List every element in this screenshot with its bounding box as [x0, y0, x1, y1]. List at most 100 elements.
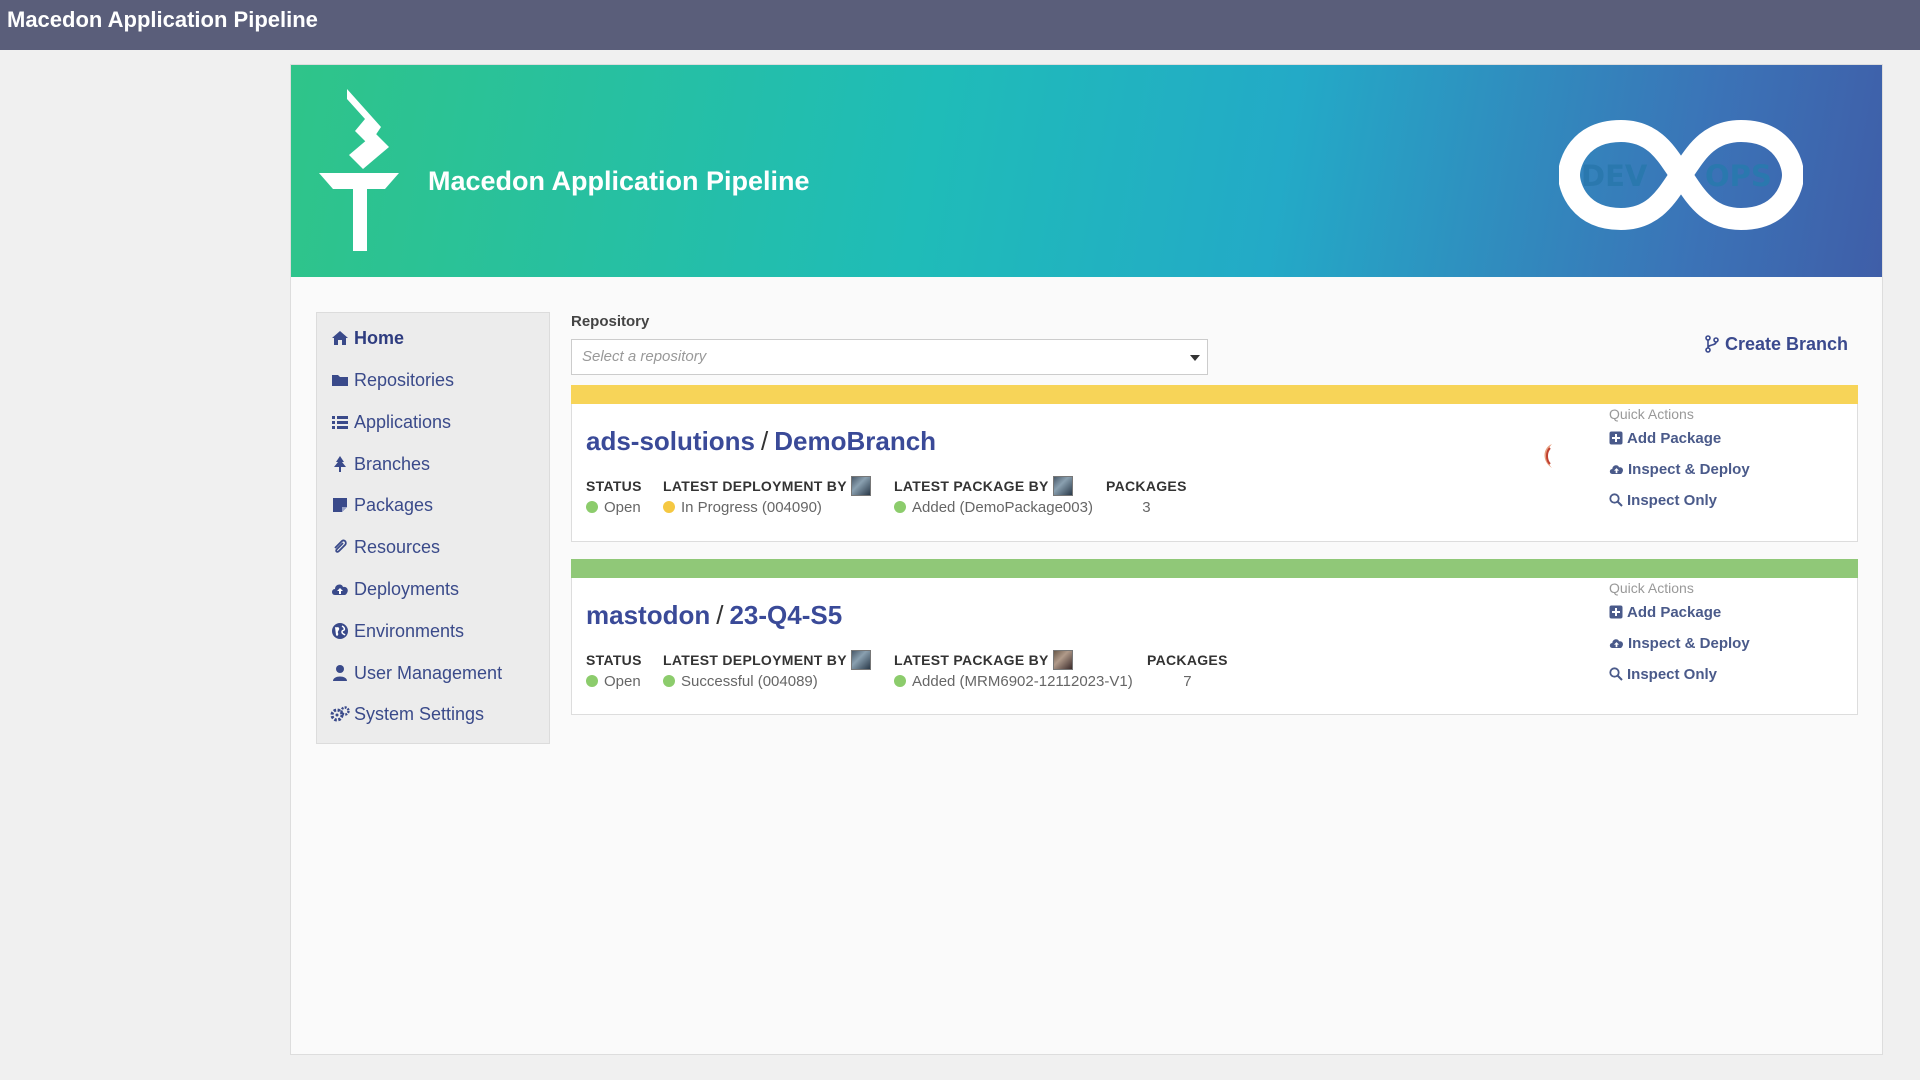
latest-deployment-heading: LATEST DEPLOYMENT BY	[663, 652, 847, 668]
plus-square-icon	[1609, 605, 1623, 619]
add-package-label: Add Package	[1627, 603, 1722, 621]
repo-name-link[interactable]: ads-solutions	[586, 426, 755, 456]
search-icon	[1609, 493, 1623, 507]
sidebar-item-label: Resources	[354, 536, 441, 557]
branch-icon	[1705, 335, 1719, 353]
loading-spinner-icon	[1544, 444, 1552, 468]
cloud-icon	[330, 579, 350, 599]
sidebar-item-label: System Settings	[354, 703, 485, 724]
branch-name-link[interactable]: DemoBranch	[774, 426, 936, 456]
branch-name-link[interactable]: 23-Q4-S5	[729, 600, 842, 630]
tree-icon	[330, 454, 350, 474]
cloud-upload-icon	[1609, 465, 1623, 474]
sidebar-item-resources[interactable]: Resources	[330, 532, 540, 562]
search-icon	[1609, 667, 1623, 681]
sidebar-item-environments[interactable]: Environments	[330, 616, 540, 646]
cloud-upload-icon	[1609, 639, 1623, 648]
packages-heading: PACKAGES	[1106, 478, 1187, 494]
sidebar-item-deployments[interactable]: Deployments	[330, 574, 540, 604]
status-field: STATUS Open	[586, 650, 642, 692]
avatar	[1052, 476, 1073, 496]
status-heading: STATUS	[586, 478, 642, 494]
inspect-only-button[interactable]: Inspect Only	[1609, 663, 1717, 685]
deployment-value[interactable]: Successful (004089)	[681, 673, 818, 690]
branch-card-mastodon: mastodon/23-Q4-S5 STATUS Open LATEST DEP…	[571, 559, 1858, 715]
package-value[interactable]: Added (DemoPackage003)	[912, 499, 1093, 516]
plus-square-icon	[1609, 431, 1623, 445]
sidebar-item-label: User Management	[354, 662, 503, 683]
sidebar-item-label: Repositories	[354, 369, 455, 390]
packages-field: PACKAGES 7	[1147, 650, 1228, 692]
branch-title[interactable]: mastodon/23-Q4-S5	[586, 600, 842, 631]
title-separator: /	[761, 426, 769, 456]
latest-deployment-heading: LATEST DEPLOYMENT BY	[663, 478, 847, 494]
packages-count: 7	[1183, 672, 1192, 690]
sidebar-item-branches[interactable]: Branches	[330, 449, 540, 479]
inspect-deploy-button[interactable]: Inspect & Deploy	[1609, 632, 1750, 654]
branch-title[interactable]: ads-solutions / DemoBranch	[586, 426, 936, 457]
latest-package-heading: LATEST PACKAGE BY	[894, 478, 1049, 494]
inspect-deploy-button[interactable]: Inspect & Deploy	[1609, 458, 1750, 480]
devops-logo-ops: OPS	[1705, 159, 1772, 193]
sidebar-item-label: Home	[354, 327, 405, 348]
avatar	[850, 476, 871, 496]
sidebar-item-user-management[interactable]: User Management	[330, 658, 540, 688]
inspect-only-label: Inspect Only	[1627, 665, 1718, 683]
sidebar-nav: Home Repositories Applications Branches …	[316, 312, 550, 744]
sidebar-item-system-settings[interactable]: System Settings	[330, 699, 540, 729]
sidebar-item-repositories[interactable]: Repositories	[330, 365, 540, 395]
sidebar-item-home[interactable]: Home	[330, 323, 540, 353]
latest-deployment-field: LATEST DEPLOYMENT BY In Progress (004090…	[663, 476, 871, 518]
status-value: Open	[604, 498, 641, 516]
package-dot-icon	[894, 501, 906, 513]
latest-package-heading: LATEST PACKAGE BY	[894, 652, 1049, 668]
package-dot-icon	[894, 675, 906, 687]
user-icon	[330, 663, 350, 683]
status-heading: STATUS	[586, 652, 642, 668]
latest-package-field: LATEST PACKAGE BY Added (MRM6902-1211202…	[894, 650, 1133, 692]
macedon-logo-icon	[319, 89, 399, 251]
repo-name-link[interactable]: mastodon	[586, 600, 710, 630]
branch-status-bar	[571, 385, 1858, 404]
devops-logo-dev: DEV	[1581, 159, 1648, 193]
deployment-dot-icon	[663, 675, 675, 687]
sidebar-item-label: Applications	[354, 411, 452, 432]
branch-status-bar	[571, 559, 1858, 578]
inspect-deploy-label: Inspect & Deploy	[1628, 460, 1750, 478]
latest-deployment-field: LATEST DEPLOYMENT BY Successful (004089)	[663, 650, 871, 692]
title-separator: /	[716, 600, 724, 630]
sidebar-item-applications[interactable]: Applications	[330, 407, 540, 437]
latest-package-field: LATEST PACKAGE BY Added (DemoPackage003)	[894, 476, 1093, 518]
create-branch-button[interactable]: Create Branch	[1705, 331, 1848, 357]
avatar	[1052, 650, 1073, 670]
inspect-only-button[interactable]: Inspect Only	[1609, 489, 1717, 511]
packages-field: PACKAGES 3	[1106, 476, 1187, 518]
devops-logo-icon: DEV OPS	[1559, 119, 1803, 231]
app-frame: Macedon Application Pipeline DEV OPS Hom…	[290, 64, 1883, 1055]
package-value[interactable]: Added (MRM6902-12112023-V1)	[912, 673, 1133, 690]
sidebar-item-label: Packages	[354, 494, 434, 515]
sidebar-item-packages[interactable]: Packages	[330, 490, 540, 520]
paperclip-icon	[330, 537, 350, 557]
deployment-dot-icon	[663, 501, 675, 513]
branch-card-ads-solutions: ads-solutions / DemoBranch STATUS Open LAT…	[571, 385, 1858, 542]
status-field: STATUS Open	[586, 476, 642, 518]
add-package-button[interactable]: Add Package	[1609, 601, 1721, 623]
add-package-label: Add Package	[1627, 429, 1722, 447]
banner-title: Macedon Application Pipeline	[428, 166, 810, 196]
inspect-deploy-label: Inspect & Deploy	[1628, 634, 1750, 652]
repository-select[interactable]: Select a repository	[571, 339, 1208, 375]
deployment-value[interactable]: In Progress (004090)	[681, 499, 822, 516]
packages-count: 3	[1142, 498, 1151, 516]
list-icon	[330, 412, 350, 432]
packages-heading: PACKAGES	[1147, 652, 1228, 668]
window-title: Macedon Application Pipeline	[0, 0, 1920, 50]
package-icon	[330, 495, 350, 515]
add-package-button[interactable]: Add Package	[1609, 427, 1721, 449]
home-icon	[330, 328, 350, 348]
cogs-icon	[330, 704, 350, 724]
chevron-down-icon	[1190, 355, 1200, 361]
repository-select-placeholder: Select a repository	[582, 348, 707, 365]
sidebar-item-label: Environments	[354, 620, 465, 641]
create-branch-label: Create Branch	[1725, 333, 1849, 354]
